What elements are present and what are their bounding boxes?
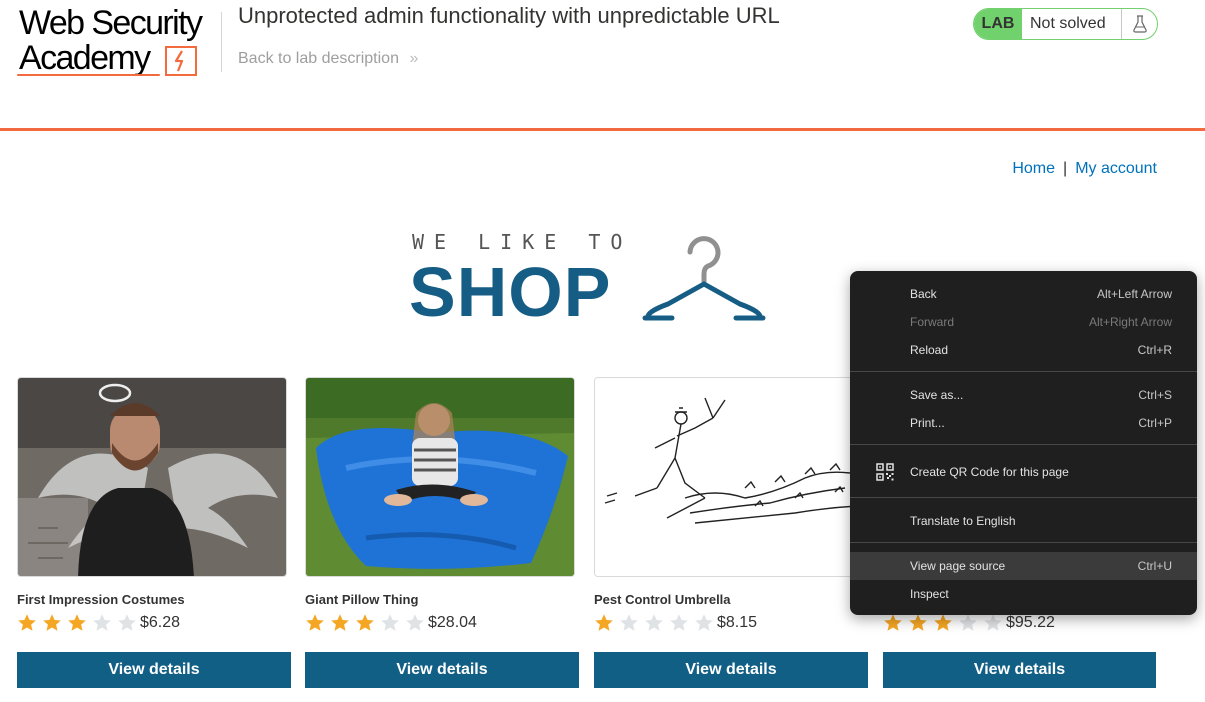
view-details-button[interactable]: View details: [594, 652, 868, 688]
star-empty-icon: [958, 613, 978, 633]
star-empty-icon: [117, 613, 137, 633]
lab-status-text: Not solved: [1030, 15, 1106, 32]
menu-item-label: Print...: [910, 416, 945, 430]
qr-code-icon: [876, 463, 894, 481]
menu-item-label: Forward: [910, 315, 955, 329]
browser-context-menu: Back Alt+Left Arrow Forward Alt+Right Ar…: [850, 271, 1197, 615]
context-menu-save-as[interactable]: Save as... Ctrl+S: [850, 381, 1197, 409]
menu-separator: [850, 444, 1197, 445]
web-security-academy-logo[interactable]: Web Security Academy: [17, 6, 222, 80]
product-price: $6.28: [140, 614, 181, 631]
header-divider: [221, 12, 222, 72]
star-filled-icon: [933, 613, 953, 633]
product-rating: $8.15: [594, 613, 757, 637]
context-menu-translate[interactable]: Translate to English: [850, 507, 1197, 535]
nav-my-account-link[interactable]: My account: [1075, 160, 1157, 177]
nav-home-link[interactable]: Home: [1012, 160, 1055, 177]
menu-separator: [850, 371, 1197, 372]
menu-item-shortcut: Ctrl+R: [1137, 343, 1172, 357]
product-image-costume: [17, 377, 287, 577]
context-menu-forward[interactable]: Forward Alt+Right Arrow: [850, 308, 1197, 336]
star-empty-icon: [92, 613, 112, 633]
context-menu-print[interactable]: Print... Ctrl+P: [850, 409, 1197, 437]
product-image-pillow: [305, 377, 575, 577]
back-to-lab-description-link[interactable]: Back to lab description »: [238, 49, 418, 69]
menu-separator: [850, 542, 1197, 543]
product-price: $28.04: [428, 614, 477, 631]
star-filled-icon: [883, 613, 903, 633]
product-name: Giant Pillow Thing: [305, 592, 419, 607]
menu-item-label: Reload: [910, 343, 949, 357]
product-rating: $28.04: [305, 613, 477, 637]
product-rating: $95.22: [883, 613, 1055, 637]
star-filled-icon: [594, 613, 614, 633]
star-empty-icon: [669, 613, 689, 633]
view-details-button[interactable]: View details: [305, 652, 579, 688]
star-filled-icon: [67, 613, 87, 633]
back-link-label: Back to lab description: [238, 50, 399, 67]
star-filled-icon: [908, 613, 928, 633]
view-details-button[interactable]: View details: [17, 652, 291, 688]
banner-tagline: WE LIKE TO: [412, 230, 633, 254]
menu-separator: [850, 497, 1197, 498]
star-empty-icon: [644, 613, 664, 633]
star-filled-icon: [42, 613, 62, 633]
view-details-button[interactable]: View details: [883, 652, 1156, 688]
lab-title: Unprotected admin functionality with unp…: [238, 3, 780, 28]
context-menu-create-qr-code[interactable]: Create QR Code for this page: [850, 458, 1197, 486]
star-filled-icon: [305, 613, 325, 633]
star-empty-icon: [694, 613, 714, 633]
product-name: Pest Control Umbrella: [594, 592, 731, 607]
hanger-icon: [642, 236, 766, 321]
double-chevron-right-icon: »: [409, 50, 419, 67]
star-rating: [883, 614, 1008, 631]
product-image-umbrella: [594, 377, 864, 577]
star-empty-icon: [380, 613, 400, 633]
star-rating: [594, 614, 719, 631]
menu-item-label: View page source: [910, 559, 1006, 573]
menu-item-shortcut: Ctrl+U: [1137, 559, 1172, 573]
menu-item-shortcut: Alt+Left Arrow: [1096, 287, 1172, 301]
star-empty-icon: [405, 613, 425, 633]
product-price: $8.15: [717, 614, 758, 631]
star-filled-icon: [330, 613, 350, 633]
menu-item-label: Translate to English: [910, 514, 1016, 528]
context-menu-back[interactable]: Back Alt+Left Arrow: [850, 280, 1197, 308]
logo-line1: Web Security: [19, 4, 203, 42]
star-empty-icon: [983, 613, 1003, 633]
flask-icon: [1121, 9, 1157, 39]
star-rating: [305, 614, 430, 631]
site-nav: Home | My account: [1012, 160, 1157, 178]
logo-underline: [17, 74, 160, 76]
academy-header: Web Security Academy Unprotected admin f…: [0, 0, 1205, 131]
menu-item-label: Inspect: [910, 587, 949, 601]
logo-line2: Academy: [19, 39, 151, 77]
product-price: $95.22: [1006, 614, 1055, 631]
banner-shop-title: SHOP: [409, 253, 612, 331]
context-menu-inspect[interactable]: Inspect: [850, 580, 1197, 608]
logo-lightning-icon: [165, 46, 197, 76]
lab-badge: LAB: [974, 9, 1022, 39]
nav-separator: |: [1063, 160, 1068, 177]
star-empty-icon: [619, 613, 639, 633]
menu-item-shortcut: Ctrl+P: [1138, 416, 1172, 430]
product-rating: $6.28: [17, 613, 180, 637]
context-menu-reload[interactable]: Reload Ctrl+R: [850, 336, 1197, 364]
menu-item-shortcut: Ctrl+S: [1138, 388, 1172, 402]
star-rating: [17, 614, 142, 631]
menu-item-label: Create QR Code for this page: [910, 465, 1069, 479]
star-filled-icon: [355, 613, 375, 633]
star-filled-icon: [17, 613, 37, 633]
product-name: First Impression Costumes: [17, 592, 185, 607]
menu-item-label: Back: [910, 287, 937, 301]
lab-status-widget: LAB Not solved: [973, 8, 1158, 40]
menu-item-label: Save as...: [910, 388, 964, 402]
context-menu-view-page-source[interactable]: View page source Ctrl+U: [850, 552, 1197, 580]
menu-item-shortcut: Alt+Right Arrow: [1088, 315, 1172, 329]
